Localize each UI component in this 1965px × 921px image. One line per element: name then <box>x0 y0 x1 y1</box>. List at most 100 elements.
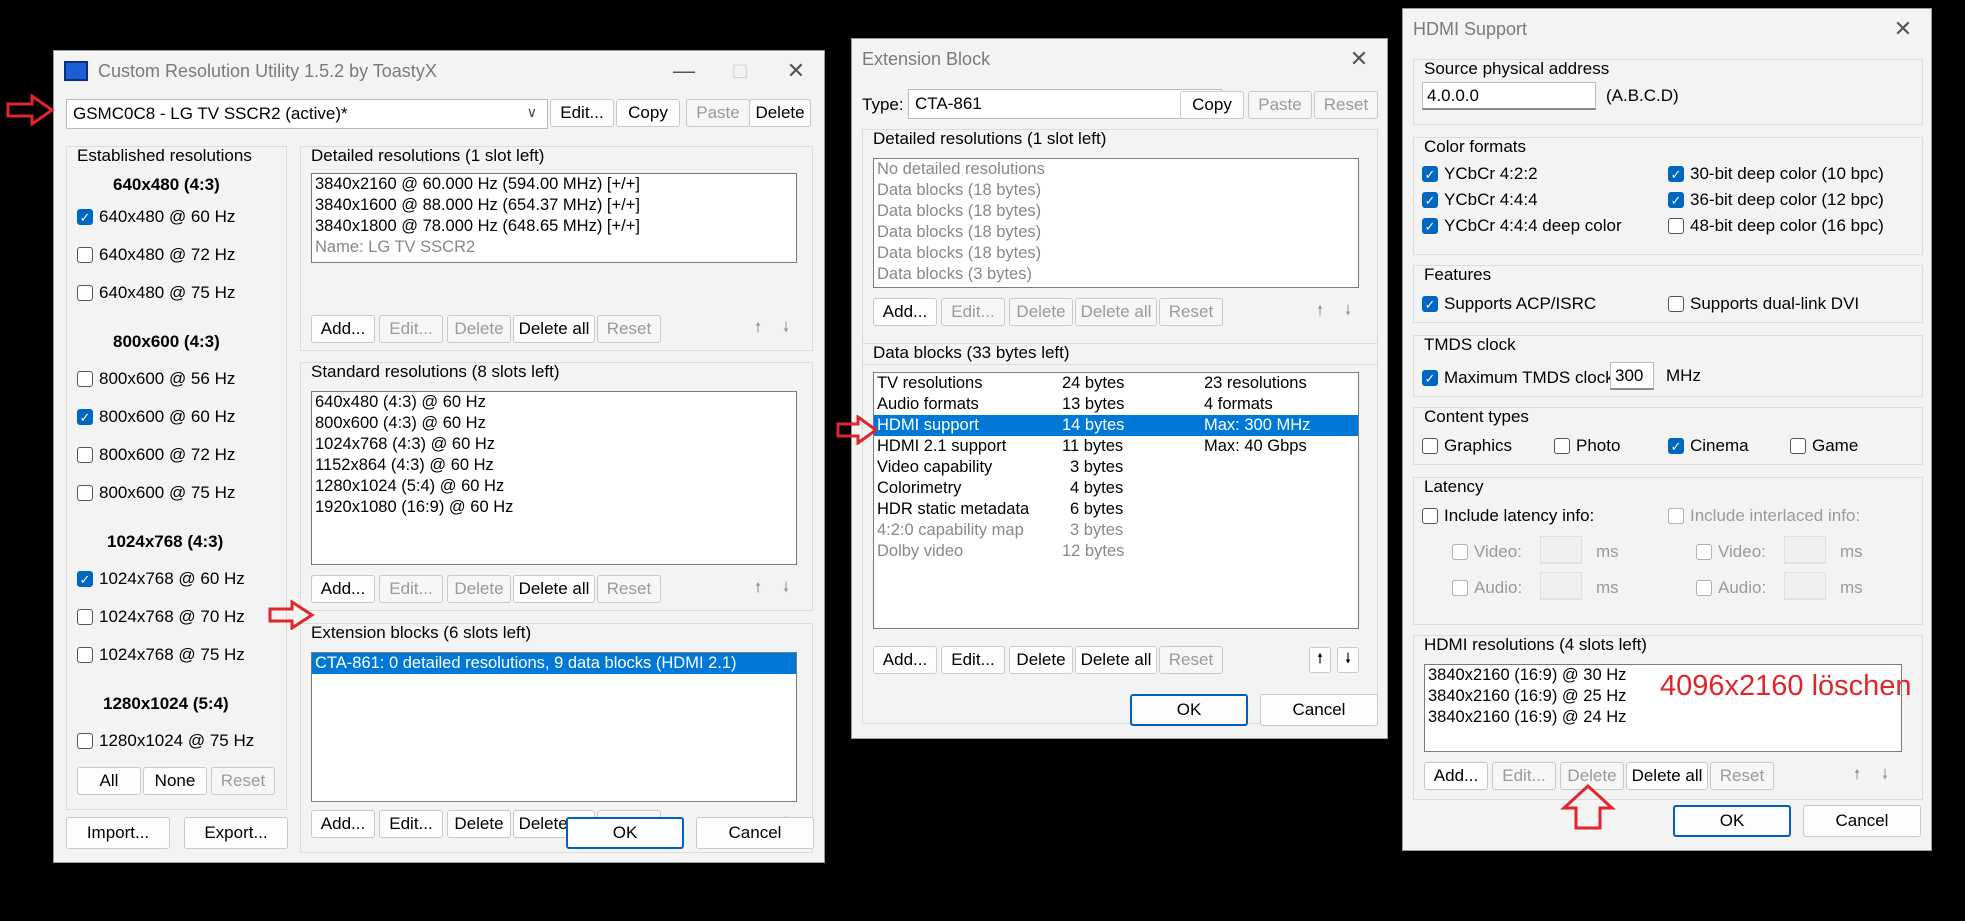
reset-button[interactable]: Reset <box>211 767 275 795</box>
reset-button[interactable]: Reset <box>1710 762 1774 790</box>
deep30-checkbox[interactable]: ✓ 30-bit deep color (10 bpc) <box>1668 164 1884 184</box>
delete-button[interactable]: Delete <box>1009 298 1073 326</box>
checkbox-800x600-75[interactable]: 800x600 @ 75 Hz <box>77 483 235 503</box>
move-down-icon[interactable]: 🠗 <box>1337 299 1359 325</box>
max-tmds-checkbox[interactable]: ✓ Maximum TMDS clock: <box>1422 368 1618 388</box>
delete-all-button[interactable]: Delete all <box>1626 762 1708 790</box>
acp-checkbox[interactable]: ✓ Supports ACP/ISRC <box>1422 294 1596 314</box>
ycbcr444-deep-checkbox[interactable]: ✓ YCbCr 4:4:4 deep color <box>1422 216 1622 236</box>
list-item[interactable]: Data blocks (3 bytes) <box>874 264 1358 285</box>
close-icon[interactable]: ✕ <box>1875 9 1931 49</box>
checkbox-640x480-60[interactable]: ✓ 640x480 @ 60 Hz <box>77 207 235 227</box>
none-button[interactable]: None <box>143 767 207 795</box>
move-down-icon[interactable]: 🠗 <box>775 316 797 342</box>
detailed-list[interactable]: 3840x2160 @ 60.000 Hz (594.00 MHz) [+/+]… <box>311 173 797 263</box>
table-row[interactable]: 4:2:0 capability map 3 bytes <box>874 520 1358 541</box>
delete-all-button[interactable]: Delete all <box>513 315 595 343</box>
ext-detailed-list[interactable]: No detailed resolutions Data blocks (18 … <box>873 158 1359 288</box>
add-button[interactable]: Add... <box>873 298 937 326</box>
reset-button[interactable]: Reset <box>597 575 661 603</box>
interlaced-audio-checkbox[interactable]: Audio: <box>1696 578 1766 598</box>
graphics-checkbox[interactable]: Graphics <box>1422 436 1512 456</box>
checkbox-640x480-75[interactable]: 640x480 @ 75 Hz <box>77 283 235 303</box>
audio-latency-input[interactable] <box>1540 572 1582 600</box>
delete-button[interactable]: Delete <box>447 575 511 603</box>
photo-checkbox[interactable]: Photo <box>1554 436 1620 456</box>
tmds-input[interactable]: 300 <box>1610 362 1654 390</box>
checkbox-1024x768-75[interactable]: 1024x768 @ 75 Hz <box>77 645 245 665</box>
deep36-checkbox[interactable]: ✓ 36-bit deep color (12 bpc) <box>1668 190 1884 210</box>
delete-all-button[interactable]: Delete all <box>1075 298 1157 326</box>
add-button[interactable]: Add... <box>311 315 375 343</box>
table-row-selected[interactable]: HDMI support 14 bytes Max: 300 MHz <box>874 415 1358 436</box>
edit-button[interactable]: Edit... <box>941 298 1005 326</box>
interlaced-video-checkbox[interactable]: Video: <box>1696 542 1766 562</box>
add-button[interactable]: Add... <box>311 810 375 838</box>
ok-button[interactable]: OK <box>566 817 684 849</box>
add-button[interactable]: Add... <box>873 646 937 674</box>
paste-button[interactable]: Paste <box>686 99 750 127</box>
cancel-button[interactable]: Cancel <box>696 817 814 849</box>
datablocks-list[interactable]: TV resolutions 24 bytes 23 resolutions Aud… <box>873 372 1359 629</box>
list-item[interactable]: Data blocks (18 bytes) <box>874 222 1358 243</box>
paste-button[interactable]: Paste <box>1248 91 1312 119</box>
deep48-checkbox[interactable]: 48-bit deep color (16 bpc) <box>1668 216 1884 236</box>
delete-all-button[interactable]: Delete all <box>513 575 595 603</box>
import-button[interactable]: Import... <box>66 817 170 849</box>
include-latency-checkbox[interactable]: Include latency info: <box>1422 506 1594 526</box>
delete-button[interactable]: Delete <box>447 315 511 343</box>
list-item[interactable]: 640x480 (4:3) @ 60 Hz <box>312 392 796 413</box>
list-item[interactable]: Data blocks (18 bytes) <box>874 243 1358 264</box>
list-item[interactable]: 800x600 (4:3) @ 60 Hz <box>312 413 796 434</box>
move-up-icon[interactable]: 🠕 <box>1309 299 1331 325</box>
list-item[interactable]: 1920x1080 (16:9) @ 60 Hz <box>312 497 796 518</box>
checkbox-800x600-72[interactable]: 800x600 @ 72 Hz <box>77 445 235 465</box>
reset-button[interactable]: Reset <box>1314 91 1378 119</box>
move-down-icon[interactable]: 🠗 <box>1337 647 1359 673</box>
checkbox-1280x1024-75[interactable]: 1280x1024 @ 75 Hz <box>77 731 254 751</box>
move-up-icon[interactable]: 🠕 <box>1846 763 1868 789</box>
list-item[interactable]: 1024x768 (4:3) @ 60 Hz <box>312 434 796 455</box>
minimize-icon[interactable]: — <box>656 51 712 91</box>
checkbox-640x480-72[interactable]: 640x480 @ 72 Hz <box>77 245 235 265</box>
ycbcr444-checkbox[interactable]: ✓ YCbCr 4:4:4 <box>1422 190 1538 210</box>
move-down-icon[interactable]: 🠗 <box>775 576 797 602</box>
checkbox-1024x768-60[interactable]: ✓ 1024x768 @ 60 Hz <box>77 569 245 589</box>
checkbox-1024x768-70[interactable]: 1024x768 @ 70 Hz <box>77 607 245 627</box>
table-row[interactable]: HDMI 2.1 support 11 bytes Max: 40 Gbps <box>874 436 1358 457</box>
all-button[interactable]: All <box>77 767 141 795</box>
delete-monitor-button[interactable]: Delete <box>749 99 811 127</box>
table-row[interactable]: TV resolutions 24 bytes 23 resolutions <box>874 373 1358 394</box>
move-down-icon[interactable]: 🠗 <box>1874 763 1896 789</box>
close-icon[interactable]: ✕ <box>768 51 824 91</box>
cancel-button[interactable]: Cancel <box>1803 805 1921 837</box>
copy-button[interactable]: Copy <box>1180 91 1244 119</box>
edit-button[interactable]: Edit... <box>941 646 1005 674</box>
add-button[interactable]: Add... <box>1424 762 1488 790</box>
list-item[interactable]: 3840x1800 @ 78.000 Hz (648.65 MHz) [+/+] <box>312 216 796 237</box>
cancel-button[interactable]: Cancel <box>1260 694 1378 726</box>
ycbcr422-checkbox[interactable]: ✓ YCbCr 4:2:2 <box>1422 164 1538 184</box>
reset-button[interactable]: Reset <box>1159 298 1223 326</box>
export-button[interactable]: Export... <box>184 817 288 849</box>
checkbox-800x600-60[interactable]: ✓ 800x600 @ 60 Hz <box>77 407 235 427</box>
list-item[interactable]: No detailed resolutions <box>874 159 1358 180</box>
move-up-icon[interactable]: 🠕 <box>747 316 769 342</box>
type-select[interactable]: CTA-861 ∨ <box>908 89 1222 119</box>
interlaced-audio-input[interactable] <box>1784 572 1826 600</box>
delete-all-button[interactable]: Delete all <box>1075 646 1157 674</box>
cinema-checkbox[interactable]: ✓ Cinema <box>1668 436 1749 456</box>
list-item[interactable]: 3840x1600 @ 88.000 Hz (654.37 MHz) [+/+] <box>312 195 796 216</box>
edit-button[interactable]: Edit... <box>1492 762 1556 790</box>
table-row[interactable]: HDR static metadata 6 bytes <box>874 499 1358 520</box>
list-item[interactable]: CTA-861: 0 detailed resolutions, 9 data … <box>312 653 796 674</box>
video-latency-input[interactable] <box>1540 536 1582 564</box>
edit-monitor-button[interactable]: Edit... <box>550 99 614 127</box>
table-row[interactable]: Video capability 3 bytes <box>874 457 1358 478</box>
edit-button[interactable]: Edit... <box>379 810 443 838</box>
reset-button[interactable]: Reset <box>1159 646 1223 674</box>
standard-list[interactable]: 640x480 (4:3) @ 60 Hz 800x600 (4:3) @ 60… <box>311 391 797 565</box>
ok-button[interactable]: OK <box>1673 805 1791 837</box>
list-item[interactable]: 3840x2160 (16:9) @ 24 Hz <box>1425 707 1901 728</box>
reset-button[interactable]: Reset <box>597 315 661 343</box>
